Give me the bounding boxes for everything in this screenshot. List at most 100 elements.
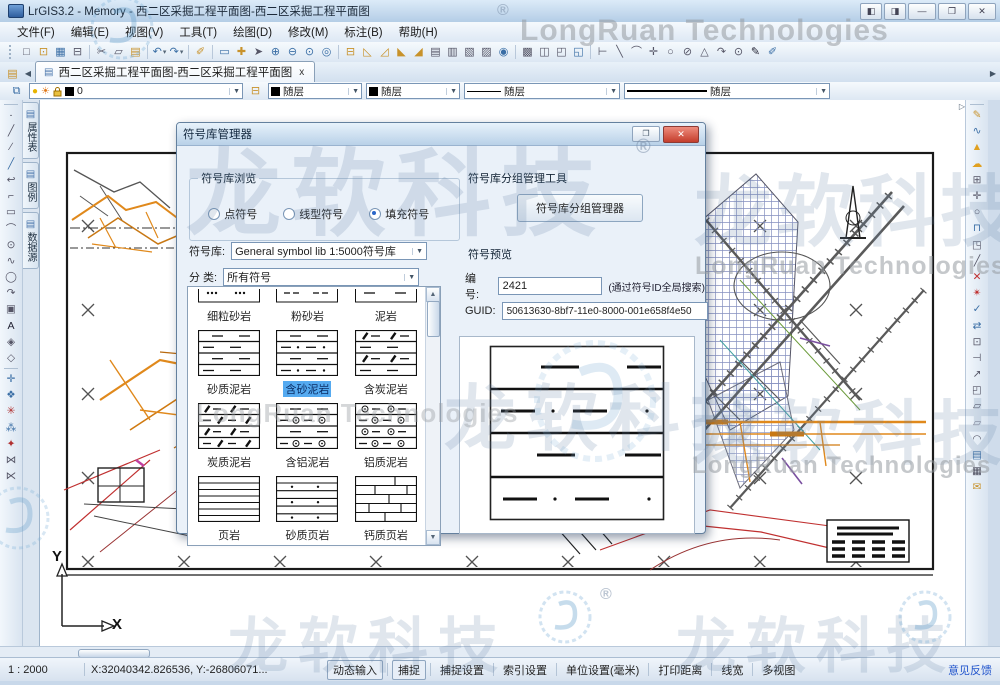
node-delete-button[interactable]: ✳ [2,403,20,419]
cut-button[interactable]: ✂ [93,44,110,60]
draw-arc-button[interactable]: ⌒ [2,220,20,236]
draw-rectangle-button[interactable]: ▭ [2,204,20,220]
send-tool-button[interactable]: ✉ [968,479,986,495]
draw-corner-button[interactable]: ⌐ [2,188,20,204]
draw-polyline-button[interactable]: ∕ [2,139,20,155]
panel-tab-1[interactable]: ▤图例 [23,162,39,209]
cloud-tool-button[interactable]: ☁ [968,156,986,172]
measure-curve-button[interactable]: ↷ [713,44,730,60]
measure-diameter-button[interactable]: ⊘ [679,44,696,60]
measure-arc-button[interactable]: ⌒ [628,44,645,60]
paste-button[interactable]: ▤ [127,44,144,60]
zoom-window-button[interactable]: ⊙ [301,44,318,60]
symbol-item[interactable]: 粉砂岩 [268,289,346,324]
color-combo[interactable]: 随层 ▼ [268,83,362,99]
annotate-pen-2-button[interactable]: ✐ [764,44,781,60]
menu-item-5[interactable]: 修改(M) [281,22,335,42]
object-info-button[interactable]: ◉ [495,44,512,60]
measure-horizontal-button[interactable]: ⊢ [594,44,611,60]
layer-tool-4-button[interactable]: ▨ [478,44,495,60]
menu-item-3[interactable]: 工具(T) [172,22,224,42]
print-button[interactable]: ⊟ [69,44,86,60]
symbol-item[interactable]: 钙质页岩 [347,476,425,543]
scrollbar-thumb[interactable] [427,301,440,337]
format-brush-button[interactable]: ✐ [192,44,209,60]
close-button[interactable]: ✕ [968,3,996,20]
fill-symbol-radio[interactable]: 填充符号 [369,206,429,222]
symbol-item[interactable]: 含炭泥岩 [347,330,425,397]
zoom-extents-button[interactable]: ◎ [318,44,335,60]
break-line-tool-button[interactable]: ╱ [968,253,986,269]
symbol-item[interactable]: 泥岩 [347,289,425,324]
draw-ellipse-button[interactable]: ◯ [2,269,20,285]
zoom-in-button[interactable]: ⊕ [267,44,284,60]
menu-item-1[interactable]: 编辑(E) [64,22,116,42]
symbol-item[interactable]: 砂质泥岩 [190,330,268,397]
draw-wave-button[interactable]: ∿ [2,253,20,269]
titlebar-extra-button-2[interactable]: ◨ [884,3,906,20]
document-tab[interactable]: ▤ 西二区采掘工程平面图-西二区采掘工程平面图 x [35,61,315,82]
node-array-button[interactable]: ⁂ [2,420,20,436]
status-button-5[interactable]: 打印距离 [653,661,707,679]
draw-circle-center-button[interactable]: ⊙ [2,237,20,253]
copy-button[interactable]: ▱ [110,44,127,60]
open-file-button[interactable]: ⊡ [35,44,52,60]
menu-item-2[interactable]: 视图(V) [118,22,170,42]
dialog-close-button[interactable]: ✕ [663,126,699,143]
measure-point-button[interactable]: ⊙ [730,44,747,60]
trim-tool-button[interactable]: ⊣ [968,350,986,366]
tab-scroll-left-button[interactable]: ◀ [21,66,35,82]
draw-line-button[interactable]: ╱ [2,123,20,139]
dialog-titlebar[interactable]: 符号库管理器 ❐ ✕ [177,123,705,146]
minimize-button[interactable]: — [908,3,936,20]
group-manager-button[interactable]: 符号库分组管理器 [517,194,643,222]
view-tool-3-button[interactable]: ◰ [553,44,570,60]
status-button-1[interactable]: 捕捉 [392,660,426,680]
linetype-combo[interactable]: 随层 ▼ [464,83,620,99]
node-snap-button[interactable]: ✦ [2,436,20,452]
select-cursor-button[interactable]: ➤ [250,44,267,60]
select-rect-button[interactable]: ▭ [216,44,233,60]
measure-coordinate-button[interactable]: ✛ [645,44,662,60]
line-symbol-radio[interactable]: 线型符号 [283,206,343,222]
new-file-button[interactable]: □ [18,44,35,60]
annotate-pen-button[interactable]: ✎ [747,44,764,60]
symbol-item[interactable]: 含铝泥岩 [268,403,346,470]
reverse-tool-button[interactable]: ⇄ [968,317,986,333]
edit-curve-nodes-button[interactable]: ∿ [968,123,986,139]
node-join-button[interactable]: ⋈ [2,452,20,468]
redo-button[interactable]: ↷▾ [168,44,185,60]
fill-region-tool-button[interactable]: ▦ [968,463,986,479]
layer-properties-button[interactable]: ⊟ [247,83,264,99]
smooth-tool-button[interactable]: ✓ [968,301,986,317]
symbol-list-scrollbar[interactable]: ▲ ▼ [425,287,440,545]
layer-combo-arrow[interactable]: ▼ [229,88,240,95]
layer-tool-1-button[interactable]: ▤ [427,44,444,60]
rect-edit-tool-button[interactable]: ◰ [968,382,986,398]
category-combo[interactable]: 所有符号 ▼ [223,268,419,286]
draw-revcloud-button[interactable]: ↩ [2,172,20,188]
panel-expander-icon[interactable]: ▷ [959,102,965,111]
tab-close-icon[interactable]: x [297,67,306,78]
polygon-edit-tool-button[interactable]: ▱ [968,415,986,431]
slope-tool-4-button[interactable]: ◢ [410,44,427,60]
erase-node-tool-button[interactable]: ✕ [968,269,986,285]
menu-item-6[interactable]: 标注(B) [337,22,389,42]
scroll-up-arrow[interactable]: ▲ [426,287,440,302]
point-symbol-radio[interactable]: 点符号 [208,206,257,222]
pan-button[interactable]: ✚ [233,44,250,60]
print-region-tool-button[interactable]: ▤ [968,447,986,463]
symbol-list[interactable]: 细粒砂岩粉砂岩泥岩砂质泥岩含砂泥岩含炭泥岩炭质泥岩含铝泥岩铝质泥岩页岩砂质页岩钙… [187,286,441,546]
layer-combo[interactable]: ● ☀ 0 ▼ [29,83,243,99]
menu-item-7[interactable]: 帮助(H) [392,22,445,42]
node-split-button[interactable]: ⋉ [2,468,20,484]
draw-hatch-solid-button[interactable]: ◇ [2,350,20,366]
insert-image-button[interactable]: ▣ [2,301,20,317]
edit-sketch-button[interactable]: ✎ [968,107,986,123]
measure-slope-button[interactable]: ╲ [611,44,628,60]
symbol-item[interactable]: 含砂泥岩 [268,330,346,397]
slope-tool-2-button[interactable]: ◿ [376,44,393,60]
measure-angle-button[interactable]: △ [696,44,713,60]
symbol-id-input[interactable]: 2421 [498,277,603,295]
move-tool-button[interactable]: ✛ [968,188,986,204]
